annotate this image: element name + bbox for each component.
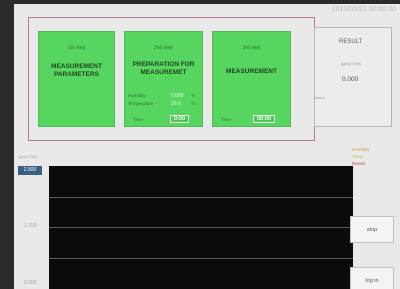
temperature-label: Temperature xyxy=(128,101,154,106)
steps-panel: 1st step MEASUREMENT PARAMETERS 2nd step… xyxy=(28,17,315,141)
stop-button[interactable]: stop xyxy=(350,216,394,243)
step-2-time-value: 0:00 xyxy=(170,115,190,123)
step-3-measurement[interactable]: 3rd step MEASUREMENT Time 00:00 xyxy=(212,31,291,127)
step-2-title-line1: PREPARATION FOR xyxy=(132,61,195,68)
chart-gridline xyxy=(49,227,353,228)
y-tick-mid: 1.250 xyxy=(24,223,37,229)
temperature-value: 20.0 xyxy=(171,101,181,107)
step-2-title-line2: MEASUREMET xyxy=(140,69,187,76)
result-title: RESULT xyxy=(339,39,363,45)
y-tick-top[interactable]: 2.500 xyxy=(18,166,42,175)
step-1-title-line1: MEASUREMENT xyxy=(51,63,102,70)
result-unit: (g/m2·24h) xyxy=(341,61,361,66)
chart-gridline xyxy=(49,197,353,198)
step-1-label: 1st step xyxy=(67,45,86,51)
temperature-row: Temperature 20.0 °C xyxy=(128,101,204,107)
legend-temp: Temp. xyxy=(352,154,365,159)
humidity-label: Humidity xyxy=(128,93,146,98)
temperature-unit: °C xyxy=(191,101,197,106)
step-2-title: PREPARATION FOR MEASUREMET xyxy=(125,61,202,77)
humidity-unit: % xyxy=(191,93,196,98)
result-panel: RESULT (g/m2·24h) 0.000 xyxy=(314,27,392,127)
result-value: 0.000 xyxy=(342,76,359,83)
step-1-title: MEASUREMENT PARAMETERS xyxy=(39,63,114,79)
chart-plot-area xyxy=(49,166,353,289)
step-3-time-value: 00:00 xyxy=(253,115,276,123)
step-1-measurement-parameters[interactable]: 1st step MEASUREMENT PARAMETERS xyxy=(38,31,115,127)
legend-result: Result xyxy=(352,161,365,166)
log-in-button[interactable]: log in xyxy=(350,267,394,289)
chart-gridline xyxy=(49,258,353,259)
step-2-label: 2nd step xyxy=(153,45,174,51)
step-2-time-label: Time xyxy=(133,117,143,122)
tester-screen: 2010/01/21 00:00:00 1st step MEASUREMENT… xyxy=(14,4,400,289)
humidity-value: 0.000 xyxy=(171,93,184,99)
chart-y-axis-label: (g/m2·24h) xyxy=(18,154,38,159)
humidity-row: Humidity 0.000 % xyxy=(128,93,204,99)
step-2-preparation[interactable]: 2nd step PREPARATION FOR MEASUREMET Humi… xyxy=(124,31,203,127)
step-1-title-line2: PARAMETERS xyxy=(53,71,100,78)
datetime-display: 2010/01/21 00:00:00 xyxy=(331,6,396,13)
legend-humidity: Humidity xyxy=(352,147,370,152)
step-3-label: 3rd step xyxy=(242,45,261,51)
status-label: status xyxy=(314,95,325,100)
step-3-title: MEASUREMENT xyxy=(226,68,277,75)
y-tick-bottom: 0.000 xyxy=(24,280,37,286)
step-3-time-label: Time xyxy=(221,117,231,122)
